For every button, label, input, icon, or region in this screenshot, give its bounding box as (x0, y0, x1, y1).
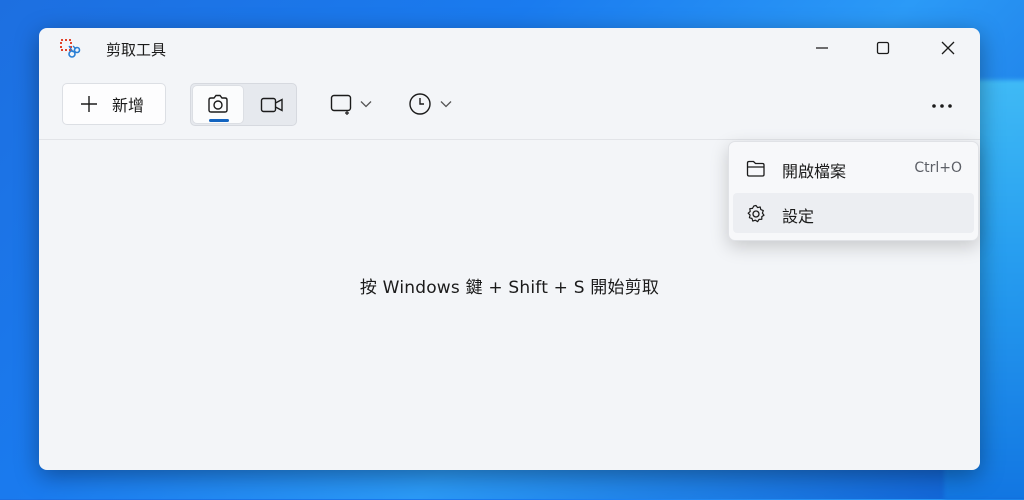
close-button[interactable] (916, 28, 980, 68)
folder-open-icon (746, 160, 765, 177)
menu-item-label: 設定 (782, 207, 815, 226)
minimize-button[interactable] (790, 28, 854, 68)
rectangle-snip-icon (330, 94, 352, 115)
new-snip-button[interactable]: 新增 (62, 83, 166, 125)
video-mode-button[interactable] (247, 86, 295, 123)
maximize-icon (876, 41, 890, 55)
toolbar-divider (39, 139, 980, 140)
gear-icon (747, 204, 765, 223)
more-options-button[interactable] (928, 92, 960, 116)
delay-dropdown[interactable] (408, 89, 452, 119)
toolbar: 新增 (39, 80, 980, 130)
snip-shape-dropdown[interactable] (330, 89, 372, 119)
minimize-icon (816, 47, 828, 49)
window-title: 剪取工具 (106, 41, 167, 59)
selected-mode-indicator (209, 119, 229, 122)
camera-icon (208, 94, 228, 113)
maximize-button[interactable] (851, 28, 915, 68)
capture-mode-toggle (190, 83, 297, 126)
more-options-menu: 開啟檔案 Ctrl+O 設定 (728, 141, 979, 241)
chevron-down-icon (360, 101, 372, 108)
clock-icon (409, 93, 431, 115)
menu-item-settings[interactable]: 設定 (733, 193, 974, 233)
close-icon (941, 41, 955, 55)
menu-item-shortcut: Ctrl+O (914, 160, 962, 176)
video-camera-icon (260, 97, 283, 113)
plus-icon (81, 96, 97, 112)
title-bar[interactable]: 剪取工具 (39, 28, 980, 68)
empty-state-hint: 按 Windows 鍵 + Shift + S 開始剪取 (359, 278, 660, 298)
menu-item-label: 開啟檔案 (782, 162, 847, 181)
chevron-down-icon (440, 101, 452, 108)
snipping-tool-window: 剪取工具 新增 按 Windows 鍵 + Shift + S 開始剪取 (39, 28, 980, 470)
more-options-icon (932, 104, 952, 108)
menu-item-open-file[interactable]: 開啟檔案 Ctrl+O (733, 148, 974, 188)
snipping-tool-app-icon (59, 38, 81, 60)
new-snip-label: 新增 (112, 96, 145, 115)
screenshot-mode-button[interactable] (193, 86, 243, 123)
